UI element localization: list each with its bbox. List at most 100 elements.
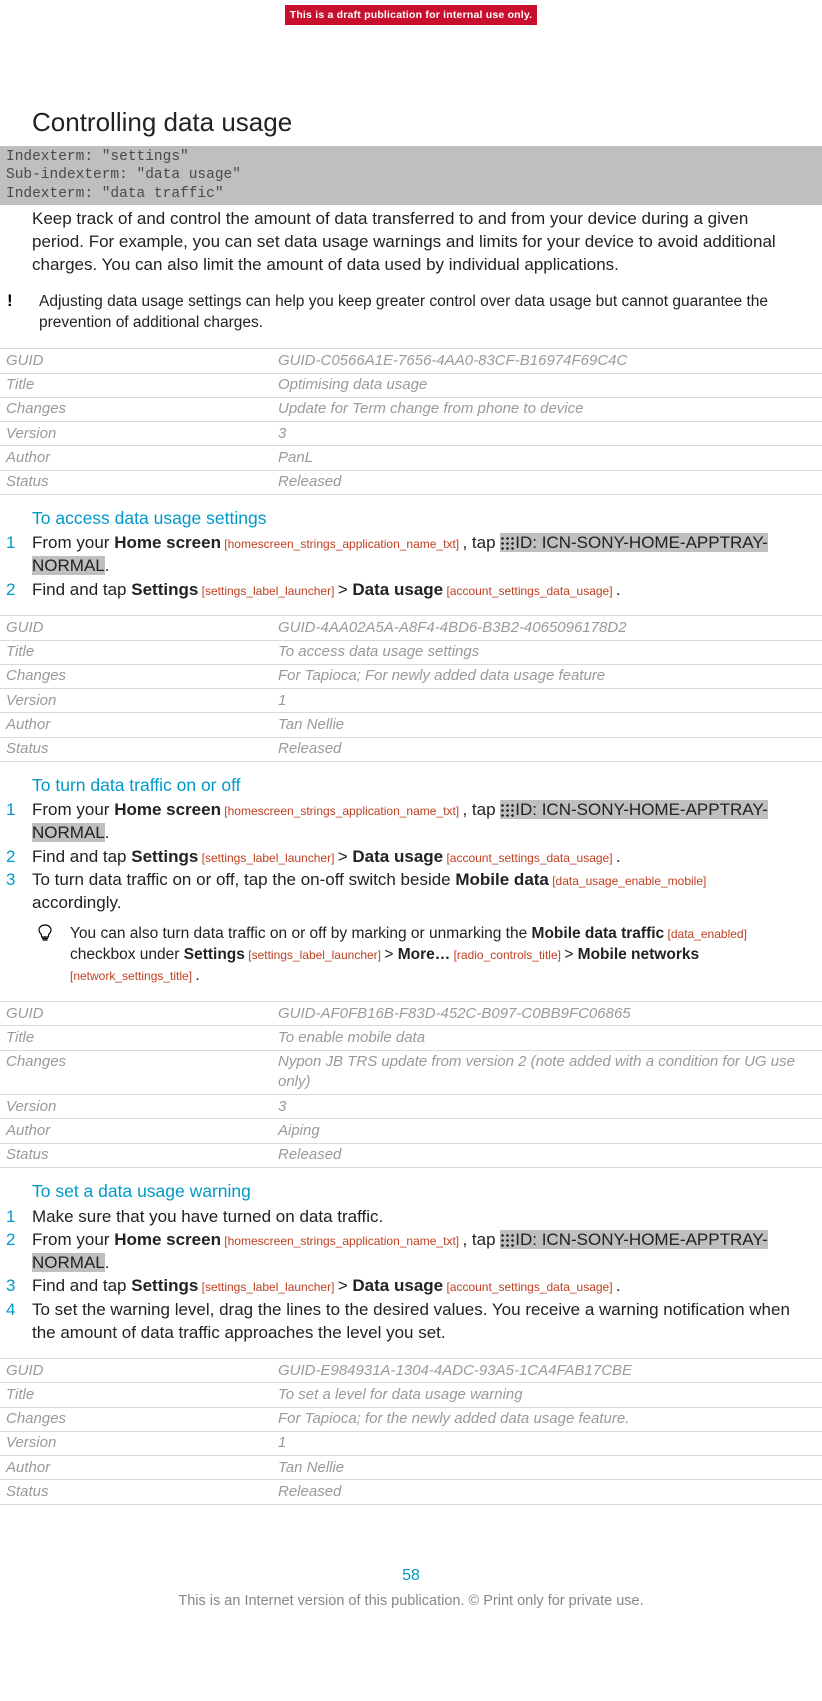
step-text: From your Home screen [homescreen_string… <box>32 800 768 842</box>
meta-value: 1 <box>272 1431 822 1455</box>
step-text: Find and tap Settings [settings_label_la… <box>32 847 621 866</box>
meta-label: Changes <box>0 664 272 688</box>
meta-value: Released <box>272 470 822 494</box>
page: This is a draft publication for internal… <box>0 0 822 1612</box>
meta-label: GUID <box>0 616 272 640</box>
table-row: Version3 <box>0 422 822 446</box>
step-text: To turn data traffic on or off, tap the … <box>32 870 706 912</box>
meta-value: Nypon JB TRS update from version 2 (note… <box>272 1050 822 1095</box>
table-row: ChangesFor Tapioca; for the newly added … <box>0 1407 822 1431</box>
grid-icon <box>500 536 514 550</box>
meta-label: Status <box>0 737 272 761</box>
table-row: ChangesNypon JB TRS update from version … <box>0 1050 822 1095</box>
page-number: 58 <box>32 1565 790 1587</box>
tip-note: You can also turn data traffic on or off… <box>38 924 790 987</box>
step: Make sure that you have turned on data t… <box>32 1206 790 1229</box>
meta-label: Version <box>0 689 272 713</box>
table-row: TitleTo set a level for data usage warni… <box>0 1383 822 1407</box>
meta-label: GUID <box>0 1359 272 1383</box>
steps-list: Make sure that you have turned on data t… <box>32 1206 790 1345</box>
meta-label: Title <box>0 1026 272 1050</box>
meta-label: Author <box>0 1456 272 1480</box>
meta-value: Released <box>272 737 822 761</box>
meta-label: Author <box>0 1119 272 1143</box>
step: To turn data traffic on or off, tap the … <box>32 869 790 914</box>
table-row: TitleOptimising data usage <box>0 373 822 397</box>
page-title: Controlling data usage <box>32 105 790 140</box>
meta-value: Released <box>272 1480 822 1504</box>
footer-note: This is an Internet version of this publ… <box>32 1592 790 1612</box>
step-text: From your Home screen [homescreen_string… <box>32 533 768 575</box>
subheading: To turn data traffic on or off <box>32 774 790 798</box>
grid-icon <box>500 1233 514 1247</box>
table-row: Version1 <box>0 689 822 713</box>
meta-label: Changes <box>0 1050 272 1095</box>
content: Controlling data usage Indexterm: "setti… <box>0 105 822 1612</box>
intro-paragraph: Keep track of and control the amount of … <box>32 208 790 277</box>
metadata-table: GUIDGUID-C0566A1E-7656-4AA0-83CF-B16974F… <box>0 348 822 495</box>
meta-value: PanL <box>272 446 822 470</box>
banner-text: This is a draft publication for internal… <box>285 5 538 25</box>
table-row: StatusReleased <box>0 470 822 494</box>
meta-label: Version <box>0 1431 272 1455</box>
meta-label: Status <box>0 470 272 494</box>
step: From your Home screen [homescreen_string… <box>32 532 790 577</box>
meta-label: Status <box>0 1143 272 1167</box>
table-row: AuthorTan Nellie <box>0 1456 822 1480</box>
step: Find and tap Settings [settings_label_la… <box>32 846 790 869</box>
meta-value: 3 <box>272 422 822 446</box>
meta-value: GUID-AF0FB16B-F83D-452C-B097-C0BB9FC0686… <box>272 1002 822 1026</box>
meta-label: Changes <box>0 1407 272 1431</box>
step: Find and tap Settings [settings_label_la… <box>32 1275 790 1298</box>
table-row: ChangesFor Tapioca; For newly added data… <box>0 664 822 688</box>
meta-value: Released <box>272 1143 822 1167</box>
indexterm-line: Indexterm: "data traffic" <box>6 185 822 203</box>
table-row: TitleTo access data usage settings <box>0 640 822 664</box>
meta-label: Status <box>0 1480 272 1504</box>
meta-value: Aiping <box>272 1119 822 1143</box>
banner-top: This is a draft publication for internal… <box>0 0 822 25</box>
meta-value: 3 <box>272 1095 822 1119</box>
step-text: From your Home screen [homescreen_string… <box>32 1230 768 1272</box>
meta-value: Update for Term change from phone to dev… <box>272 397 822 421</box>
meta-label: GUID <box>0 349 272 373</box>
table-row: ChangesUpdate for Term change from phone… <box>0 397 822 421</box>
step: From your Home screen [homescreen_string… <box>32 799 790 844</box>
meta-value: To set a level for data usage warning <box>272 1383 822 1407</box>
steps-list: From your Home screen [homescreen_string… <box>32 799 790 914</box>
meta-value: To access data usage settings <box>272 640 822 664</box>
meta-label: Title <box>0 1383 272 1407</box>
meta-value: For Tapioca; for the newly added data us… <box>272 1407 822 1431</box>
meta-label: Author <box>0 713 272 737</box>
step-text: Find and tap Settings [settings_label_la… <box>32 580 621 599</box>
step: From your Home screen [homescreen_string… <box>32 1229 790 1274</box>
important-text: Adjusting data usage settings can help y… <box>39 292 790 334</box>
grid-icon <box>500 803 514 817</box>
table-row: StatusReleased <box>0 1143 822 1167</box>
meta-value: 1 <box>272 689 822 713</box>
table-row: GUIDGUID-4AA02A5A-A8F4-4BD6-B3B2-4065096… <box>0 616 822 640</box>
meta-value: Tan Nellie <box>272 713 822 737</box>
table-row: GUIDGUID-E984931A-1304-4ADC-93A5-1CA4FAB… <box>0 1359 822 1383</box>
meta-value: GUID-E984931A-1304-4ADC-93A5-1CA4FAB17CB… <box>272 1359 822 1383</box>
meta-value: Tan Nellie <box>272 1456 822 1480</box>
table-row: StatusReleased <box>0 1480 822 1504</box>
bulb-icon <box>38 924 52 941</box>
table-row: Version3 <box>0 1095 822 1119</box>
meta-label: Author <box>0 446 272 470</box>
table-row: GUIDGUID-AF0FB16B-F83D-452C-B097-C0BB9FC… <box>0 1002 822 1026</box>
meta-value: GUID-4AA02A5A-A8F4-4BD6-B3B2-4065096178D… <box>272 616 822 640</box>
important-icon: ! <box>7 292 29 309</box>
metadata-table: GUIDGUID-4AA02A5A-A8F4-4BD6-B3B2-4065096… <box>0 615 822 762</box>
indexterm-box: Indexterm: "settings" Sub-indexterm: "da… <box>0 146 822 204</box>
table-row: StatusReleased <box>0 737 822 761</box>
step-text: To set the warning level, drag the lines… <box>32 1300 790 1342</box>
meta-label: Version <box>0 422 272 446</box>
meta-value: Optimising data usage <box>272 373 822 397</box>
table-row: Version1 <box>0 1431 822 1455</box>
table-row: AuthorTan Nellie <box>0 713 822 737</box>
metadata-table: GUIDGUID-E984931A-1304-4ADC-93A5-1CA4FAB… <box>0 1358 822 1505</box>
table-row: GUIDGUID-C0566A1E-7656-4AA0-83CF-B16974F… <box>0 349 822 373</box>
meta-label: Changes <box>0 397 272 421</box>
tip-icon <box>38 924 60 944</box>
